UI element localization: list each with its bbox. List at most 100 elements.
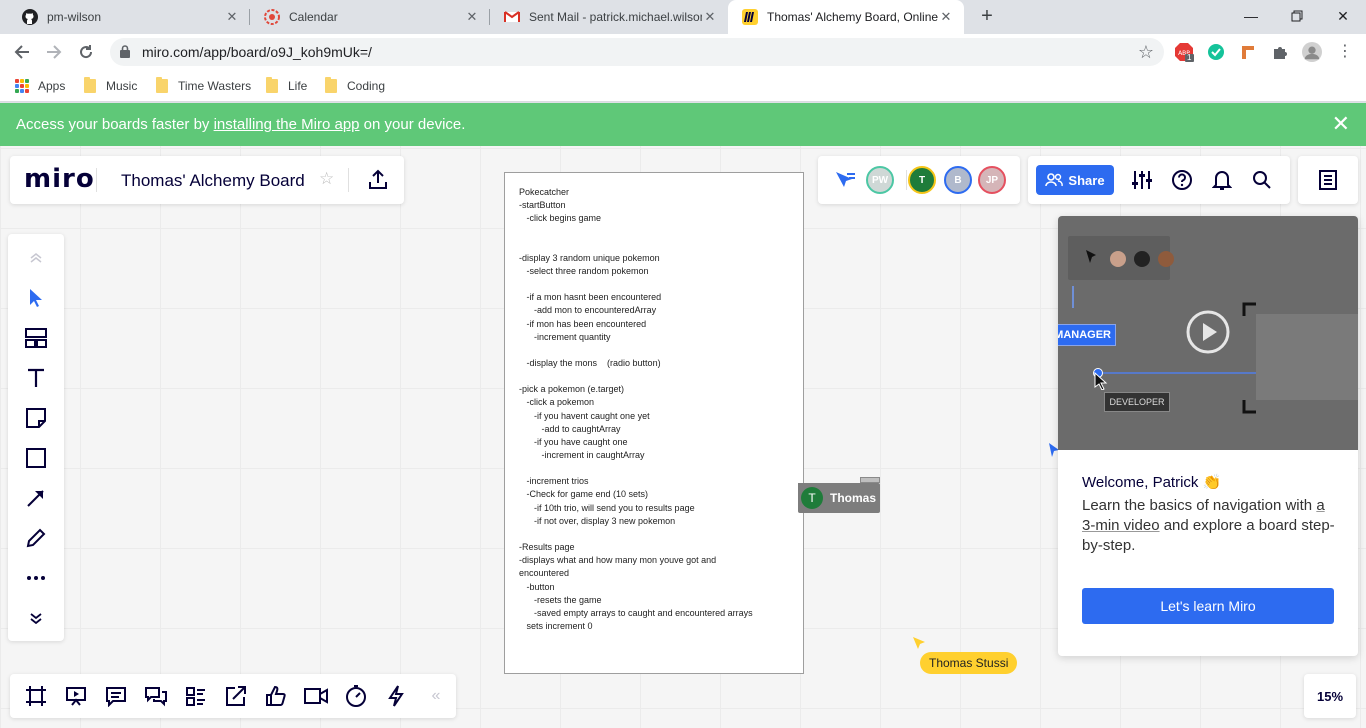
templates-icon[interactable] — [24, 326, 48, 350]
scroll-down-icon[interactable] — [24, 606, 48, 630]
folder-icon — [156, 77, 168, 93]
profile-avatar[interactable] — [1302, 42, 1322, 62]
thumbs-up-icon[interactable] — [264, 684, 288, 708]
welcome-text-1: Learn the basics of navigation with — [1082, 497, 1313, 514]
bookmark-music[interactable]: Music — [84, 76, 137, 96]
tutorial-video[interactable]: MANAGER DEVELOPER — [1058, 216, 1358, 450]
avatar[interactable]: B — [944, 166, 972, 194]
bookmark-time-wasters[interactable]: Time Wasters — [156, 76, 251, 96]
close-tab-icon[interactable]: ✕ — [224, 9, 240, 25]
document-line: -startButton — [519, 200, 566, 211]
adblock-icon[interactable]: ABP 1 — [1174, 42, 1194, 62]
learn-miro-button[interactable]: Let's learn Miro — [1082, 588, 1334, 624]
new-tab-button[interactable]: + — [976, 6, 998, 28]
close-tab-icon[interactable]: ✕ — [702, 9, 718, 25]
help-icon[interactable] — [1170, 168, 1194, 192]
document-card[interactable]: Pokecatcher -startButton -click begins ga… — [504, 172, 804, 674]
cursor-name: Thomas — [830, 491, 877, 505]
forward-icon[interactable] — [42, 40, 66, 64]
tab-title: Sent Mail - patrick.michael.wilson — [529, 10, 702, 24]
chrome-menu-icon[interactable]: ⋮ — [1337, 42, 1353, 62]
more-tools-icon[interactable] — [24, 566, 48, 590]
document-line: -add mon to encounteredArray — [519, 305, 657, 316]
collaborators-bar: PW T B JP — [818, 156, 1020, 204]
card-list-icon[interactable] — [184, 684, 208, 708]
cursor-name-label: Thomas Stussi — [920, 652, 1018, 674]
document-line: -increment trios — [519, 476, 589, 487]
share-button[interactable]: Share — [1036, 165, 1114, 195]
board-title[interactable]: Thomas' Alchemy Board — [121, 171, 305, 191]
minimize-icon[interactable]: — — [1228, 0, 1274, 32]
board-notes-button[interactable] — [1298, 156, 1358, 204]
scroll-up-icon[interactable] — [24, 246, 48, 270]
timer-icon[interactable] — [344, 684, 368, 708]
banner-text: Access your boards faster by installing … — [16, 116, 465, 133]
tab-calendar[interactable]: Calendar ✕ — [250, 0, 490, 34]
settings-sliders-icon[interactable] — [1130, 168, 1154, 192]
tab-gmail[interactable]: Sent Mail - patrick.michael.wilson ✕ — [490, 0, 728, 34]
document-line: -displays what and how many mon youve go… — [519, 555, 717, 566]
lightning-icon[interactable] — [384, 684, 408, 708]
search-icon[interactable] — [1250, 168, 1274, 192]
zoom-level[interactable]: 15% — [1304, 674, 1356, 718]
board-canvas[interactable]: miro Thomas' Alchemy Board ☆ PW T B JP S… — [0, 146, 1366, 728]
close-window-icon[interactable]: ✕ — [1320, 0, 1366, 32]
grammar-extension-icon[interactable] — [1206, 42, 1226, 62]
export-icon[interactable] — [366, 168, 390, 192]
board-header: miro Thomas' Alchemy Board ☆ — [10, 156, 404, 204]
restore-icon[interactable] — [1274, 0, 1320, 32]
select-cursor-icon[interactable] — [24, 286, 48, 310]
document-line: -if a mon hasnt been encountered — [519, 292, 662, 303]
collapse-toolbar-icon[interactable]: « — [424, 684, 448, 708]
star-icon[interactable]: ☆ — [319, 169, 334, 189]
sticky-note-icon[interactable] — [24, 406, 48, 430]
play-icon[interactable] — [1186, 310, 1230, 357]
tab-miro-board[interactable]: Thomas' Alchemy Board, Online ✕ — [728, 0, 964, 34]
folder-icon — [266, 77, 278, 93]
tab-title: Calendar — [289, 10, 338, 24]
install-app-link[interactable]: installing the Miro app — [214, 116, 360, 133]
avatar[interactable]: PW — [866, 166, 894, 194]
shape-tool-icon[interactable] — [24, 446, 48, 470]
frame-corner-icon — [1242, 302, 1256, 316]
share-label: Share — [1068, 172, 1105, 188]
share-screen-icon[interactable] — [224, 684, 248, 708]
bookmark-label: Music — [106, 79, 138, 93]
close-tab-icon[interactable]: ✕ — [938, 9, 954, 25]
bookmark-label: Coding — [347, 79, 386, 93]
notification-bell-icon[interactable] — [1210, 168, 1234, 192]
document-line: -if not over, display 3 new pokemon — [519, 515, 676, 526]
follow-cursors-icon[interactable] — [834, 170, 856, 193]
avatar[interactable]: JP — [978, 166, 1006, 194]
avatar[interactable]: T — [908, 166, 936, 194]
chat-icon[interactable] — [144, 684, 168, 708]
tab-github[interactable]: pm-wilson ✕ — [8, 0, 250, 34]
document-line: -display 3 random unique pokemon — [519, 252, 660, 263]
bookmark-coding[interactable]: Coding — [325, 76, 385, 96]
address-bar[interactable]: miro.com/app/board/o9J_koh9mUk=/ ☆ — [110, 38, 1164, 66]
close-tab-icon[interactable]: ✕ — [464, 9, 480, 25]
ruler-extension-icon[interactable] — [1238, 42, 1258, 62]
banner-close-icon[interactable]: ✕ — [1332, 112, 1350, 136]
apps-grid-icon — [15, 79, 29, 93]
extensions-puzzle-icon[interactable] — [1270, 42, 1290, 62]
pen-icon[interactable] — [24, 526, 48, 550]
miro-logo[interactable]: miro — [24, 164, 95, 194]
video-frame-preview — [1256, 314, 1358, 400]
reload-icon[interactable] — [74, 40, 98, 64]
folder-icon — [84, 77, 96, 93]
back-icon[interactable] — [10, 40, 34, 64]
bookmark-star-icon[interactable]: ☆ — [1138, 42, 1154, 63]
gmail-icon — [504, 9, 520, 25]
cursor-arrow-icon — [1094, 371, 1108, 393]
presentation-icon[interactable] — [64, 684, 88, 708]
video-camera-icon[interactable] — [304, 684, 328, 708]
text-tool-icon[interactable] — [24, 366, 48, 390]
frames-icon[interactable] — [24, 684, 48, 708]
divider — [348, 168, 349, 192]
comment-icon[interactable] — [104, 684, 128, 708]
bookmark-apps[interactable]: Apps — [15, 76, 65, 96]
bookmark-life[interactable]: Life — [266, 76, 307, 96]
connection-line-icon[interactable] — [24, 486, 48, 510]
avatar: T — [801, 487, 823, 509]
